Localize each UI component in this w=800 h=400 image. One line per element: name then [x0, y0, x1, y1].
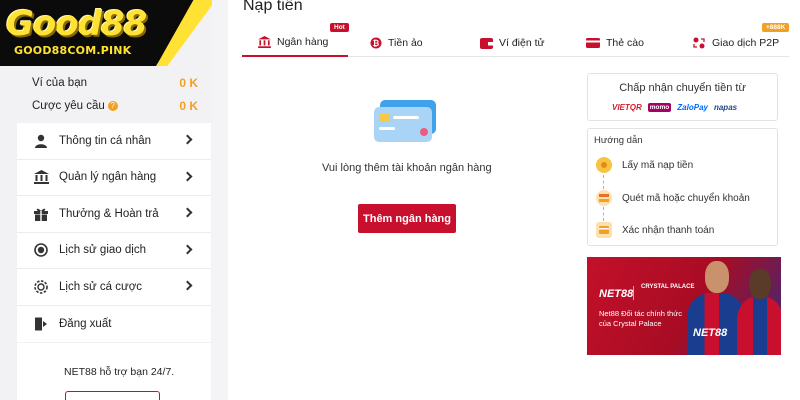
- p2p-icon: [692, 37, 706, 49]
- banner-text: Net88 Đối tác chính thức của Crystal Pal…: [599, 309, 682, 328]
- banner-brand: NET88: [599, 288, 634, 300]
- wallet-icon: [480, 37, 493, 49]
- menu-item-label: Thông tin cá nhân: [59, 134, 152, 147]
- support-text: NET88 hỗ trợ bạn 24/7.: [64, 366, 175, 378]
- page-title: Nạp tiền: [243, 0, 303, 14]
- bet-requirement-label: Cược yêu cầu: [32, 100, 105, 112]
- wallet-balance-row: Ví của bạn 0 K: [32, 74, 198, 92]
- card-icon: [586, 38, 600, 48]
- account-menu: Thông tin cá nhân Quản lý ngân hàng Thưở…: [17, 123, 211, 342]
- tab-label: Tiền ảo: [388, 37, 423, 49]
- payment-logos: VIETQR momo ZaloPay napas: [612, 103, 737, 112]
- confirm-icon: [596, 222, 612, 238]
- bank-icon: [33, 169, 49, 185]
- logo-text: Good88: [6, 4, 147, 44]
- guide-step-label: Quét mã hoặc chuyển khoản: [622, 192, 750, 204]
- menu-item-label: Lịch sử cá cược: [59, 280, 143, 293]
- bet-requirement-row: Cược yêu cầu? 0 K: [32, 97, 198, 115]
- menu-item-label: Đăng xuất: [59, 317, 112, 330]
- sidebar: Good88 GOOD88COM.PINK Ví của bạn 0 K Cượ…: [0, 0, 212, 400]
- support-button[interactable]: [65, 391, 160, 400]
- guide-step-label: Lấy mã nạp tiền: [622, 159, 694, 171]
- vietqr-logo: VIETQR: [612, 103, 642, 112]
- accepted-sources-box: Chấp nhận chuyển tiền từ VIETQR momo Zal…: [587, 73, 778, 121]
- bonus-badge: +888K: [762, 23, 790, 32]
- guide-title: Hướng dẫn: [594, 135, 643, 146]
- zalopay-logo: ZaloPay: [677, 103, 708, 112]
- bet-requirement-value: 0 K: [179, 99, 198, 113]
- step-connector: [603, 207, 604, 221]
- player-head: [749, 269, 771, 299]
- code-icon: [596, 157, 612, 173]
- guide-box: Hướng dẫn Lấy mã nạp tiền Quét mã hoặc c…: [587, 128, 778, 246]
- sponsor-banner[interactable]: NET88 CRYSTAL PALACE Net88 Đối tác chính…: [587, 257, 781, 355]
- chevron-right-icon: [182, 244, 193, 254]
- tab-label: Thẻ cào: [606, 37, 644, 49]
- napas-logo: napas: [713, 103, 738, 112]
- chevron-right-icon: [182, 207, 193, 218]
- logo-subtext: GOOD88COM.PINK: [14, 44, 132, 57]
- step-connector: [603, 175, 604, 189]
- logout-icon: [33, 316, 49, 332]
- menu-item-rewards[interactable]: Thưởng & Hoàn trả: [17, 196, 211, 233]
- tab-e-wallet[interactable]: Ví điện tử: [450, 29, 562, 57]
- wallet-value: 0 K: [179, 76, 198, 90]
- menu-item-bank-management[interactable]: Quản lý ngân hàng: [17, 160, 211, 196]
- main-content: Nạp tiền Ngân hàng Hot ₿ Tiền ảo Ví điện…: [228, 0, 800, 400]
- tab-crypto[interactable]: ₿ Tiền ảo: [348, 29, 450, 57]
- guide-step-1: Lấy mã nạp tiền: [596, 155, 693, 175]
- shirt-text: NET88: [693, 327, 728, 339]
- player-head: [705, 261, 729, 293]
- menu-item-label: Quản lý ngân hàng: [59, 171, 157, 184]
- guide-step-2: Quét mã hoặc chuyển khoản: [596, 188, 750, 208]
- chevron-right-icon: [182, 134, 193, 145]
- deposit-method-tabs: Ngân hàng Hot ₿ Tiền ảo Ví điện tử Thẻ c…: [242, 23, 790, 57]
- tab-bank[interactable]: Ngân hàng Hot: [242, 23, 349, 57]
- hot-badge: Hot: [330, 23, 349, 32]
- menu-item-logout[interactable]: Đăng xuất: [17, 306, 211, 343]
- tab-label: Giao dịch P2P: [712, 37, 780, 49]
- menu-item-label: Lịch sử giao dịch: [59, 244, 146, 257]
- empty-state-message: Vui lòng thêm tài khoản ngân hàng: [322, 162, 492, 174]
- chevron-right-icon: [182, 280, 193, 291]
- history-icon: [33, 242, 49, 258]
- banner-club: CRYSTAL PALACE: [641, 284, 695, 290]
- wallet-label: Ví của bạn: [32, 77, 87, 89]
- menu-item-label: Thưởng & Hoàn trả: [59, 207, 159, 220]
- support-panel: NET88 hỗ trợ bạn 24/7.: [17, 343, 211, 400]
- bank-icon: [258, 36, 271, 48]
- tab-p2p[interactable]: Giao dịch P2P +888K: [656, 23, 790, 57]
- menu-item-bet-history[interactable]: Lịch sử cá cược: [17, 269, 211, 306]
- svg-text:₿: ₿: [373, 39, 380, 48]
- menu-item-profile[interactable]: Thông tin cá nhân: [17, 123, 211, 160]
- tab-label: Ngân hàng: [277, 36, 329, 48]
- bitcoin-icon: ₿: [370, 37, 382, 49]
- accepted-sources-title: Chấp nhận chuyển tiền từ: [619, 82, 746, 94]
- scan-icon: [596, 190, 612, 206]
- user-icon: [33, 133, 49, 149]
- gift-icon: [33, 206, 49, 222]
- add-bank-button[interactable]: Thêm ngân hàng: [358, 204, 456, 233]
- guide-step-label: Xác nhận thanh toán: [622, 224, 715, 236]
- player-figure: [737, 297, 781, 355]
- banner-divider: [633, 286, 634, 300]
- guide-step-3: Xác nhận thanh toán: [596, 220, 714, 240]
- momo-logo: momo: [647, 103, 672, 112]
- tab-label: Ví điện tử: [499, 37, 545, 49]
- help-icon[interactable]: ?: [107, 100, 118, 111]
- tab-scratch-card[interactable]: Thẻ cào: [562, 29, 656, 57]
- chevron-right-icon: [182, 171, 193, 181]
- bank-card-illustration: [374, 100, 438, 142]
- menu-item-transaction-history[interactable]: Lịch sử giao dịch: [17, 233, 211, 269]
- bet-requirement: Cược yêu cầu?: [32, 100, 118, 112]
- chip-icon: [33, 279, 49, 295]
